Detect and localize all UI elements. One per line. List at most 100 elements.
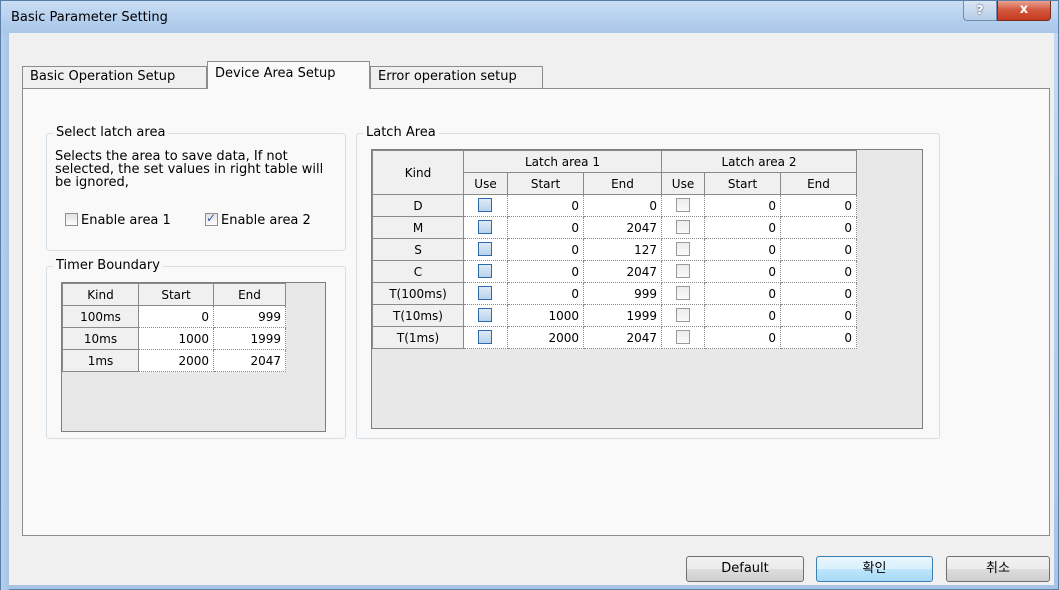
latch-use2-cell[interactable] xyxy=(661,216,705,239)
latch-end2-cell[interactable]: 0 xyxy=(780,216,857,239)
latch-end2-cell[interactable]: 0 xyxy=(780,304,857,327)
use-area2-checkbox[interactable] xyxy=(676,264,690,278)
latch-use1-cell[interactable] xyxy=(463,304,508,327)
default-button[interactable]: Default xyxy=(686,556,804,582)
latch-end1-cell[interactable]: 127 xyxy=(583,238,662,261)
latch-header-use1: Use xyxy=(463,172,508,195)
cancel-button[interactable]: 취소 xyxy=(946,556,1050,582)
table-row: 100ms 0 999 xyxy=(62,305,286,328)
use-area2-checkbox[interactable] xyxy=(676,220,690,234)
timer-start-cell[interactable]: 2000 xyxy=(138,349,214,372)
use-area1-checkbox[interactable] xyxy=(478,330,492,344)
dialog-window: Basic Parameter Setting ? x Basic Operat… xyxy=(0,0,1059,590)
table-row: M 0 2047 0 0 xyxy=(372,216,857,239)
help-button[interactable]: ? xyxy=(963,1,997,21)
enable-area1-box[interactable] xyxy=(65,213,78,226)
latch-use2-cell[interactable] xyxy=(661,326,705,349)
latch-grid: Kind Latch area 1 Latch area 2 Use Start… xyxy=(371,149,923,429)
latch-header-use2: Use xyxy=(661,172,705,195)
use-area1-checkbox[interactable] xyxy=(478,264,492,278)
latch-start2-cell[interactable]: 0 xyxy=(704,304,781,327)
latch-header-area2: Latch area 2 xyxy=(661,150,857,173)
latch-use1-cell[interactable] xyxy=(463,282,508,305)
latch-use1-cell[interactable] xyxy=(463,194,508,217)
latch-end2-cell[interactable]: 0 xyxy=(780,194,857,217)
select-latch-area-title: Select latch area xyxy=(53,125,169,140)
latch-end2-cell[interactable]: 0 xyxy=(780,260,857,283)
latch-start1-cell[interactable]: 0 xyxy=(507,282,584,305)
latch-header-start1: Start xyxy=(507,172,584,195)
latch-use1-cell[interactable] xyxy=(463,260,508,283)
tab-basic-operation-setup[interactable]: Basic Operation Setup xyxy=(22,66,207,88)
latch-area-title: Latch Area xyxy=(363,125,439,140)
latch-start1-cell[interactable]: 1000 xyxy=(507,304,584,327)
timer-header-row: Kind Start End xyxy=(62,283,286,306)
latch-start2-cell[interactable]: 0 xyxy=(704,194,781,217)
table-row: T(10ms) 1000 1999 0 0 xyxy=(372,304,857,327)
latch-end1-cell[interactable]: 1999 xyxy=(583,304,662,327)
use-area2-checkbox[interactable] xyxy=(676,242,690,256)
ok-button[interactable]: 확인 xyxy=(816,556,933,582)
latch-use2-cell[interactable] xyxy=(661,260,705,283)
latch-end2-cell[interactable]: 0 xyxy=(780,282,857,305)
timer-end-cell[interactable]: 2047 xyxy=(213,349,286,372)
timer-end-cell[interactable]: 1999 xyxy=(213,327,286,350)
use-area2-checkbox[interactable] xyxy=(676,286,690,300)
use-area1-checkbox[interactable] xyxy=(478,308,492,322)
latch-end1-cell[interactable]: 2047 xyxy=(583,260,662,283)
latch-start2-cell[interactable]: 0 xyxy=(704,326,781,349)
latch-start1-cell[interactable]: 0 xyxy=(507,216,584,239)
use-area1-checkbox[interactable] xyxy=(478,220,492,234)
latch-use1-cell[interactable] xyxy=(463,326,508,349)
latch-use2-cell[interactable] xyxy=(661,282,705,305)
use-area1-checkbox[interactable] xyxy=(478,242,492,256)
use-area1-checkbox[interactable] xyxy=(478,286,492,300)
latch-start1-cell[interactable]: 2000 xyxy=(507,326,584,349)
timer-start-cell[interactable]: 0 xyxy=(138,305,214,328)
latch-start2-cell[interactable]: 0 xyxy=(704,238,781,261)
latch-use1-cell[interactable] xyxy=(463,238,508,261)
latch-start1-cell[interactable]: 0 xyxy=(507,260,584,283)
latch-end1-cell[interactable]: 2047 xyxy=(583,326,662,349)
timer-start-cell[interactable]: 1000 xyxy=(138,327,214,350)
latch-header-kind: Kind xyxy=(372,150,464,195)
latch-header-end1: End xyxy=(583,172,662,195)
enable-area2-checkbox[interactable]: Enable area 2 xyxy=(205,211,311,228)
latch-header-area1: Latch area 1 xyxy=(463,150,662,173)
tab-error-operation-setup[interactable]: Error operation setup xyxy=(370,66,543,88)
use-area2-checkbox[interactable] xyxy=(676,308,690,322)
table-row: D 0 0 0 0 xyxy=(372,194,857,217)
latch-start1-cell[interactable]: 0 xyxy=(507,238,584,261)
window-border xyxy=(1,33,9,590)
latch-start2-cell[interactable]: 0 xyxy=(704,216,781,239)
latch-use2-cell[interactable] xyxy=(661,304,705,327)
use-area1-checkbox[interactable] xyxy=(478,198,492,212)
latch-end1-cell[interactable]: 999 xyxy=(583,282,662,305)
enable-area1-checkbox[interactable]: Enable area 1 xyxy=(65,213,171,228)
tab-device-area-setup[interactable]: Device Area Setup xyxy=(207,61,370,89)
device-area-panel: Select latch area Selects the area to sa… xyxy=(22,88,1050,536)
latch-start2-cell[interactable]: 0 xyxy=(704,260,781,283)
close-button[interactable]: x xyxy=(997,1,1051,21)
latch-end2-cell[interactable]: 0 xyxy=(780,326,857,349)
title-bar[interactable]: Basic Parameter Setting ? x xyxy=(1,1,1058,33)
latch-use2-cell[interactable] xyxy=(661,238,705,261)
latch-use1-cell[interactable] xyxy=(463,216,508,239)
use-area2-checkbox[interactable] xyxy=(676,330,690,344)
latch-use2-cell[interactable] xyxy=(661,194,705,217)
latch-end1-cell[interactable]: 0 xyxy=(583,194,662,217)
timer-kind-cell: 100ms xyxy=(62,305,139,328)
enable-area2-box[interactable] xyxy=(205,211,218,226)
timer-header-start: Start xyxy=(138,283,214,306)
latch-kind-cell: T(1ms) xyxy=(372,326,464,349)
latch-end1-cell[interactable]: 2047 xyxy=(583,216,662,239)
latch-start1-cell[interactable]: 0 xyxy=(507,194,584,217)
latch-kind-cell: D xyxy=(372,194,464,217)
latch-start2-cell[interactable]: 0 xyxy=(704,282,781,305)
use-area2-checkbox[interactable] xyxy=(676,198,690,212)
latch-table: Kind Latch area 1 Latch area 2 Use Start… xyxy=(372,150,857,349)
window-title: Basic Parameter Setting xyxy=(11,10,168,25)
timer-end-cell[interactable]: 999 xyxy=(213,305,286,328)
enable-area1-label: Enable area 1 xyxy=(81,213,171,228)
latch-end2-cell[interactable]: 0 xyxy=(780,238,857,261)
